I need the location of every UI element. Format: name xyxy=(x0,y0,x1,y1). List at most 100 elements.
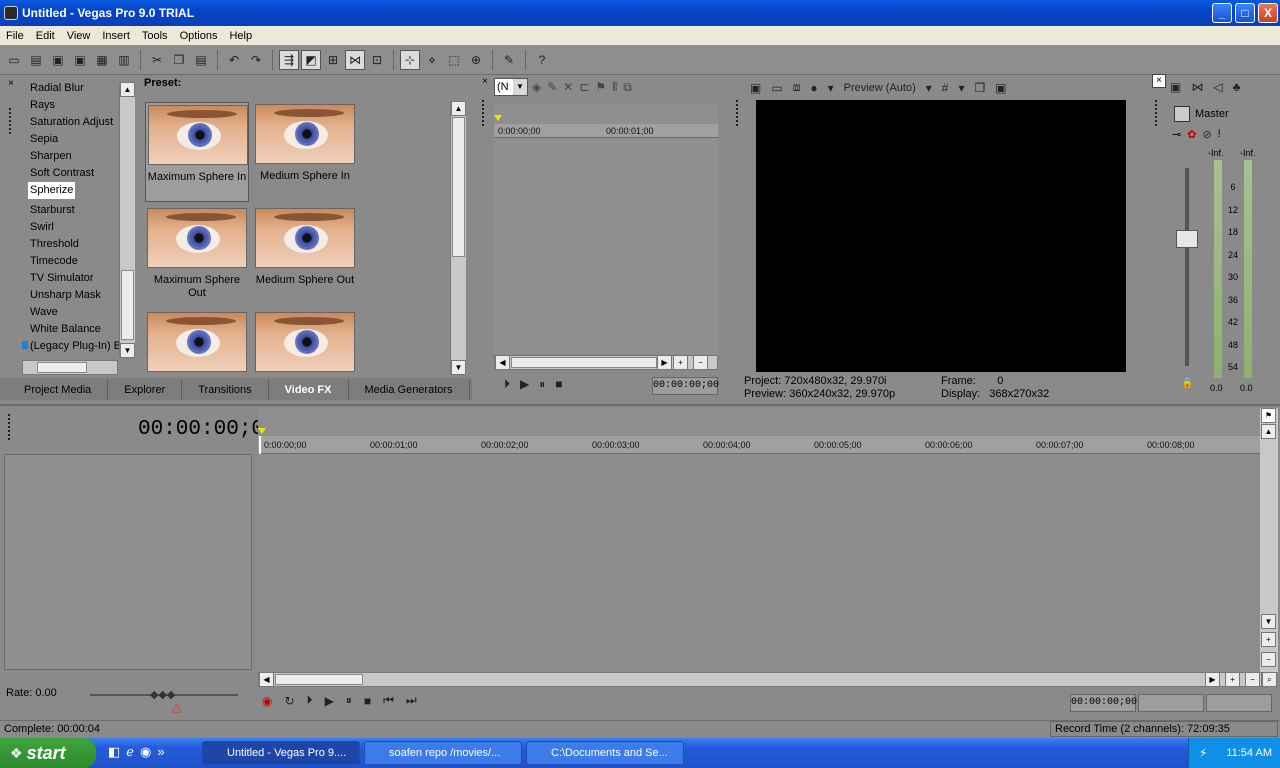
task-vegas[interactable]: Untitled - Vegas Pro 9.... xyxy=(202,741,360,765)
tab-explorer[interactable]: Explorer xyxy=(108,380,183,400)
scroll-right-icon[interactable]: ▶ xyxy=(657,355,672,370)
new-icon[interactable]: ▭ xyxy=(4,50,24,70)
zoom-tool-icon[interactable]: ⌕ xyxy=(1262,672,1277,687)
scroll-up-icon[interactable]: ▲ xyxy=(120,82,135,97)
preset-maximum-sphere-in[interactable]: Maximum Sphere In xyxy=(145,102,249,202)
solo-icon[interactable]: ! xyxy=(1218,128,1221,141)
play-from-start-icon[interactable]: ⏵ xyxy=(504,377,510,392)
media-player-icon[interactable]: ◉ xyxy=(140,744,151,760)
redo-icon[interactable]: ↷ xyxy=(246,50,266,70)
internet-explorer-icon[interactable]: ℯ xyxy=(126,744,134,760)
close-icon[interactable]: × xyxy=(8,78,14,89)
master-bus-icon[interactable] xyxy=(1174,106,1190,122)
chevron-down-icon[interactable]: ▾ xyxy=(958,81,964,95)
mixer-fx-icon[interactable]: ♣ xyxy=(1233,80,1241,94)
minimize-button[interactable]: _ xyxy=(1212,3,1232,23)
timeline-hscrollbar[interactable]: ◀ ▶ + − xyxy=(258,672,1262,687)
task-explorer-folder[interactable]: C:\Documents and Se... xyxy=(526,741,684,765)
snapping-icon[interactable]: ⊞ xyxy=(323,50,343,70)
save-snapshot-icon[interactable]: ▣ xyxy=(995,81,1006,95)
chevron-down-icon[interactable]: ▾ xyxy=(828,81,834,95)
lock-icon[interactable]: 🔒 xyxy=(1181,378,1193,389)
monitor-icon[interactable]: ▭ xyxy=(771,81,782,95)
tab-media-generators[interactable]: Media Generators xyxy=(349,380,470,400)
whats-this-icon[interactable]: ? xyxy=(532,50,552,70)
menu-tools[interactable]: Tools xyxy=(136,30,174,42)
stop-icon[interactable]: ■ xyxy=(555,377,562,392)
scroll-thumb[interactable] xyxy=(511,357,657,368)
region-icon[interactable]: ⧉ xyxy=(623,80,632,95)
pause-icon[interactable]: ⏸ xyxy=(346,693,352,708)
play-from-start-icon[interactable]: ⏵ xyxy=(307,693,313,708)
zoom-tool-icon[interactable]: ⊕ xyxy=(466,50,486,70)
undo-icon[interactable]: ↶ xyxy=(224,50,244,70)
normal-edit-tool-icon[interactable]: ⊹ xyxy=(400,49,420,70)
scroll-thumb[interactable] xyxy=(37,362,87,373)
menu-help[interactable]: Help xyxy=(223,30,258,42)
preset-medium-sphere-out[interactable]: Medium Sphere Out xyxy=(253,206,357,306)
envelope-tool-icon[interactable]: ⋄ xyxy=(422,50,442,70)
trimmer-area[interactable] xyxy=(494,138,718,354)
marker-icon[interactable]: ⚑ xyxy=(595,80,606,95)
delete-icon[interactable]: ✕ xyxy=(563,80,573,95)
zoom-out-icon[interactable]: − xyxy=(1245,672,1260,687)
scroll-down-icon[interactable]: ▼ xyxy=(120,343,135,358)
close-button[interactable]: X xyxy=(1258,3,1278,23)
dock-grip[interactable] xyxy=(482,100,485,126)
record-dot-icon[interactable]: ● xyxy=(810,81,817,95)
menu-insert[interactable]: Insert xyxy=(96,30,136,42)
pane-splitter[interactable] xyxy=(0,404,1280,406)
brush-icon[interactable]: ✎ xyxy=(499,50,519,70)
go-to-end-icon[interactable]: ⏭ xyxy=(406,693,417,708)
menu-options[interactable]: Options xyxy=(174,30,224,42)
stop-icon[interactable]: ■ xyxy=(364,694,371,708)
gear-icon[interactable]: ✿ xyxy=(1187,128,1196,141)
mute-icon[interactable]: ⊘ xyxy=(1202,128,1211,141)
close-icon[interactable]: × xyxy=(482,76,488,87)
zoom-out-icon[interactable]: − xyxy=(693,355,708,370)
chevron-down-icon[interactable]: ▾ xyxy=(926,81,932,95)
paste-icon[interactable]: ▤ xyxy=(191,50,211,70)
tab-video-fx[interactable]: Video FX xyxy=(269,380,349,400)
scroll-thumb[interactable] xyxy=(275,674,363,685)
properties-icon[interactable]: ▣ xyxy=(1170,80,1181,94)
scroll-thumb[interactable] xyxy=(121,270,134,340)
tab-project-media[interactable]: Project Media xyxy=(8,380,109,400)
trimmer-hscrollbar[interactable]: ◀ ▶ + − xyxy=(494,355,718,370)
fx-list-hscrollbar[interactable] xyxy=(22,360,118,375)
start-button[interactable]: ❖ start xyxy=(0,738,96,768)
close-icon[interactable]: × xyxy=(1152,74,1166,88)
marker-flag-icon[interactable]: ⚑ xyxy=(1261,408,1276,423)
fx-list-scrollbar[interactable]: ▲ ▼ xyxy=(119,82,135,358)
tab-transitions[interactable]: Transitions xyxy=(182,380,269,400)
network-icon[interactable]: ⚡ xyxy=(1199,738,1207,768)
maximize-button[interactable]: □ xyxy=(1235,3,1255,23)
preset-thumbnail-item[interactable] xyxy=(253,310,357,375)
split-icon[interactable]: ⫴ xyxy=(612,80,617,95)
dock-grip[interactable] xyxy=(8,414,11,440)
downmix-icon[interactable]: ⋈ xyxy=(1191,80,1203,94)
scroll-down-icon[interactable]: ▼ xyxy=(451,360,466,375)
zoom-in-icon[interactable]: + xyxy=(1261,632,1276,647)
open-icon[interactable]: ▤ xyxy=(26,50,46,70)
preset-maximum-sphere-out[interactable]: Maximum Sphere Out xyxy=(145,206,249,306)
save-as-icon[interactable]: ▣ xyxy=(70,50,90,70)
menu-file[interactable]: File xyxy=(0,30,30,42)
timeline-vscrollbar[interactable]: ⚑ ▲ ▼ + − xyxy=(1260,408,1278,672)
go-to-start-icon[interactable]: ⏮ xyxy=(383,693,394,708)
zoom-in-icon[interactable]: + xyxy=(673,355,688,370)
properties-icon[interactable]: ▣ xyxy=(750,81,761,95)
pen-icon[interactable]: ✎ xyxy=(547,80,557,95)
play-icon[interactable]: ▶ xyxy=(520,377,529,392)
preset-scrollbar[interactable]: ▲ ▼ xyxy=(450,101,466,375)
scroll-left-icon[interactable]: ◀ xyxy=(259,672,274,687)
scroll-up-icon[interactable]: ▲ xyxy=(1261,424,1276,439)
selection-tool-icon[interactable]: ⬚ xyxy=(444,50,464,70)
scroll-left-icon[interactable]: ◀ xyxy=(495,355,510,370)
dock-grip[interactable] xyxy=(736,100,739,126)
record-icon[interactable]: ◉ xyxy=(262,694,272,708)
play-icon[interactable]: ▶ xyxy=(325,694,334,708)
trimmer-dropdown[interactable]: (N ▼ xyxy=(494,78,528,96)
auto-ripple-icon[interactable]: ⇶ xyxy=(279,49,299,70)
list-item-selected[interactable]: Spherize xyxy=(28,182,76,199)
